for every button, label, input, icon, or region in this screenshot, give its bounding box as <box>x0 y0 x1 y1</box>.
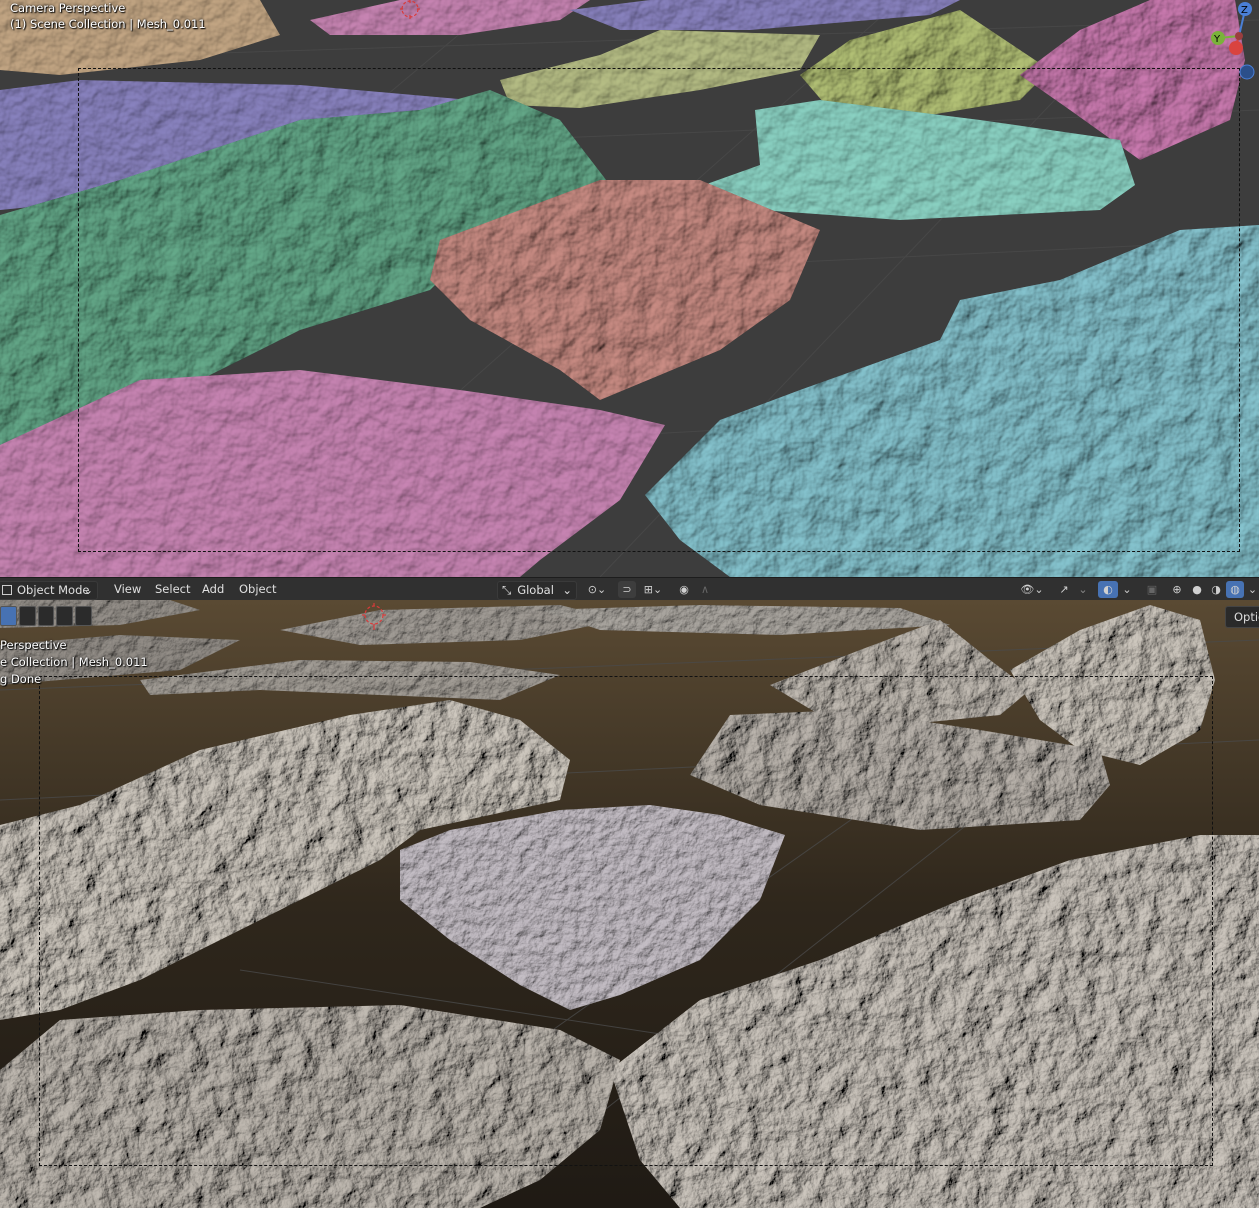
viewport-title: Camera Perspective <box>10 1 126 15</box>
menu-view[interactable]: View <box>114 578 141 601</box>
mode-label: Object Mode <box>17 583 90 597</box>
chevron-down-icon: ⌄ <box>83 583 93 597</box>
collection-info-bottom: e Collection | Mesh_0.011 <box>0 655 148 669</box>
transform-orientation-selector[interactable]: ⤡ Global ⌄ <box>497 581 577 600</box>
object-mode-icon <box>2 585 12 595</box>
rendered-shading-icon[interactable]: ◍ <box>1226 581 1244 598</box>
material-shading-icon[interactable]: ◑ <box>1207 581 1225 598</box>
shading-dropdown-icon[interactable]: ⌄ <box>1246 581 1259 598</box>
render-status: g Done <box>0 672 42 686</box>
menu-add[interactable]: Add <box>202 578 224 601</box>
mode-selector[interactable]: Object Mode ⌄ <box>0 581 98 600</box>
menu-select[interactable]: Select <box>155 578 190 601</box>
z-axis-label: Z <box>1241 5 1248 16</box>
snap-target-icon[interactable]: ⊞⌄ <box>638 581 668 598</box>
wireframe-shading-icon[interactable]: ⊕ <box>1168 581 1186 598</box>
overlays-icon[interactable]: ◐ <box>1098 581 1118 598</box>
proportional-edit-icon[interactable]: ◉ <box>676 581 692 598</box>
solid-shading-icon[interactable]: ● <box>1188 581 1206 598</box>
x-axis-icon[interactable] <box>1229 41 1243 55</box>
viewport-header: Object Mode ⌄ View Select Add Object ⤡ Glo… <box>0 577 1259 601</box>
bottom-3d-viewport[interactable]: Perspective e Collection | Mesh_0.011 g … <box>0 600 1259 1208</box>
options-button[interactable]: Optic <box>1225 606 1259 628</box>
pivot-point-icon[interactable]: ⊙⌄ <box>582 581 612 598</box>
select-extend-icon[interactable] <box>18 606 36 626</box>
menu-object[interactable]: Object <box>239 578 276 601</box>
gizmo-toggle-icon[interactable]: ↗ <box>1055 581 1073 598</box>
orientation-label: Global <box>517 583 554 597</box>
top-3d-viewport[interactable]: Camera Perspective (1) Scene Collection … <box>0 0 1259 577</box>
collection-info: (1) Scene Collection | Mesh_0.011 <box>10 17 206 31</box>
viewport-title-bottom: Perspective <box>0 638 67 652</box>
top-viewport-scene <box>0 0 1259 577</box>
bottom-viewport-scene <box>0 600 1259 1208</box>
overlays-dropdown-icon[interactable]: ⌄ <box>1120 581 1134 598</box>
select-invert-icon[interactable] <box>56 606 74 626</box>
gizmo-dropdown-icon[interactable]: ⌄ <box>1075 581 1091 598</box>
snow-patch-bottom-left[interactable] <box>0 1005 620 1208</box>
select-subtract-icon[interactable] <box>37 606 55 626</box>
selection-mode-buttons <box>0 606 92 626</box>
snap-icon[interactable]: ⊃ <box>618 581 636 598</box>
xray-icon[interactable]: ▣ <box>1143 581 1161 598</box>
neg-z-axis-icon[interactable] <box>1239 64 1255 80</box>
falloff-icon[interactable]: ∧ <box>696 581 714 598</box>
select-intersect-icon[interactable] <box>75 606 92 626</box>
neg-x-axis-icon[interactable] <box>1235 32 1243 40</box>
navigation-gizmo[interactable]: Z Y <box>1205 0 1259 82</box>
y-axis-label: Y <box>1213 34 1221 45</box>
visibility-eye-icon[interactable]: 👁⌄ <box>1017 581 1047 598</box>
select-new-icon[interactable] <box>0 606 17 626</box>
orientation-icon: ⤡ <box>502 583 512 597</box>
chevron-down-icon: ⌄ <box>562 583 572 597</box>
